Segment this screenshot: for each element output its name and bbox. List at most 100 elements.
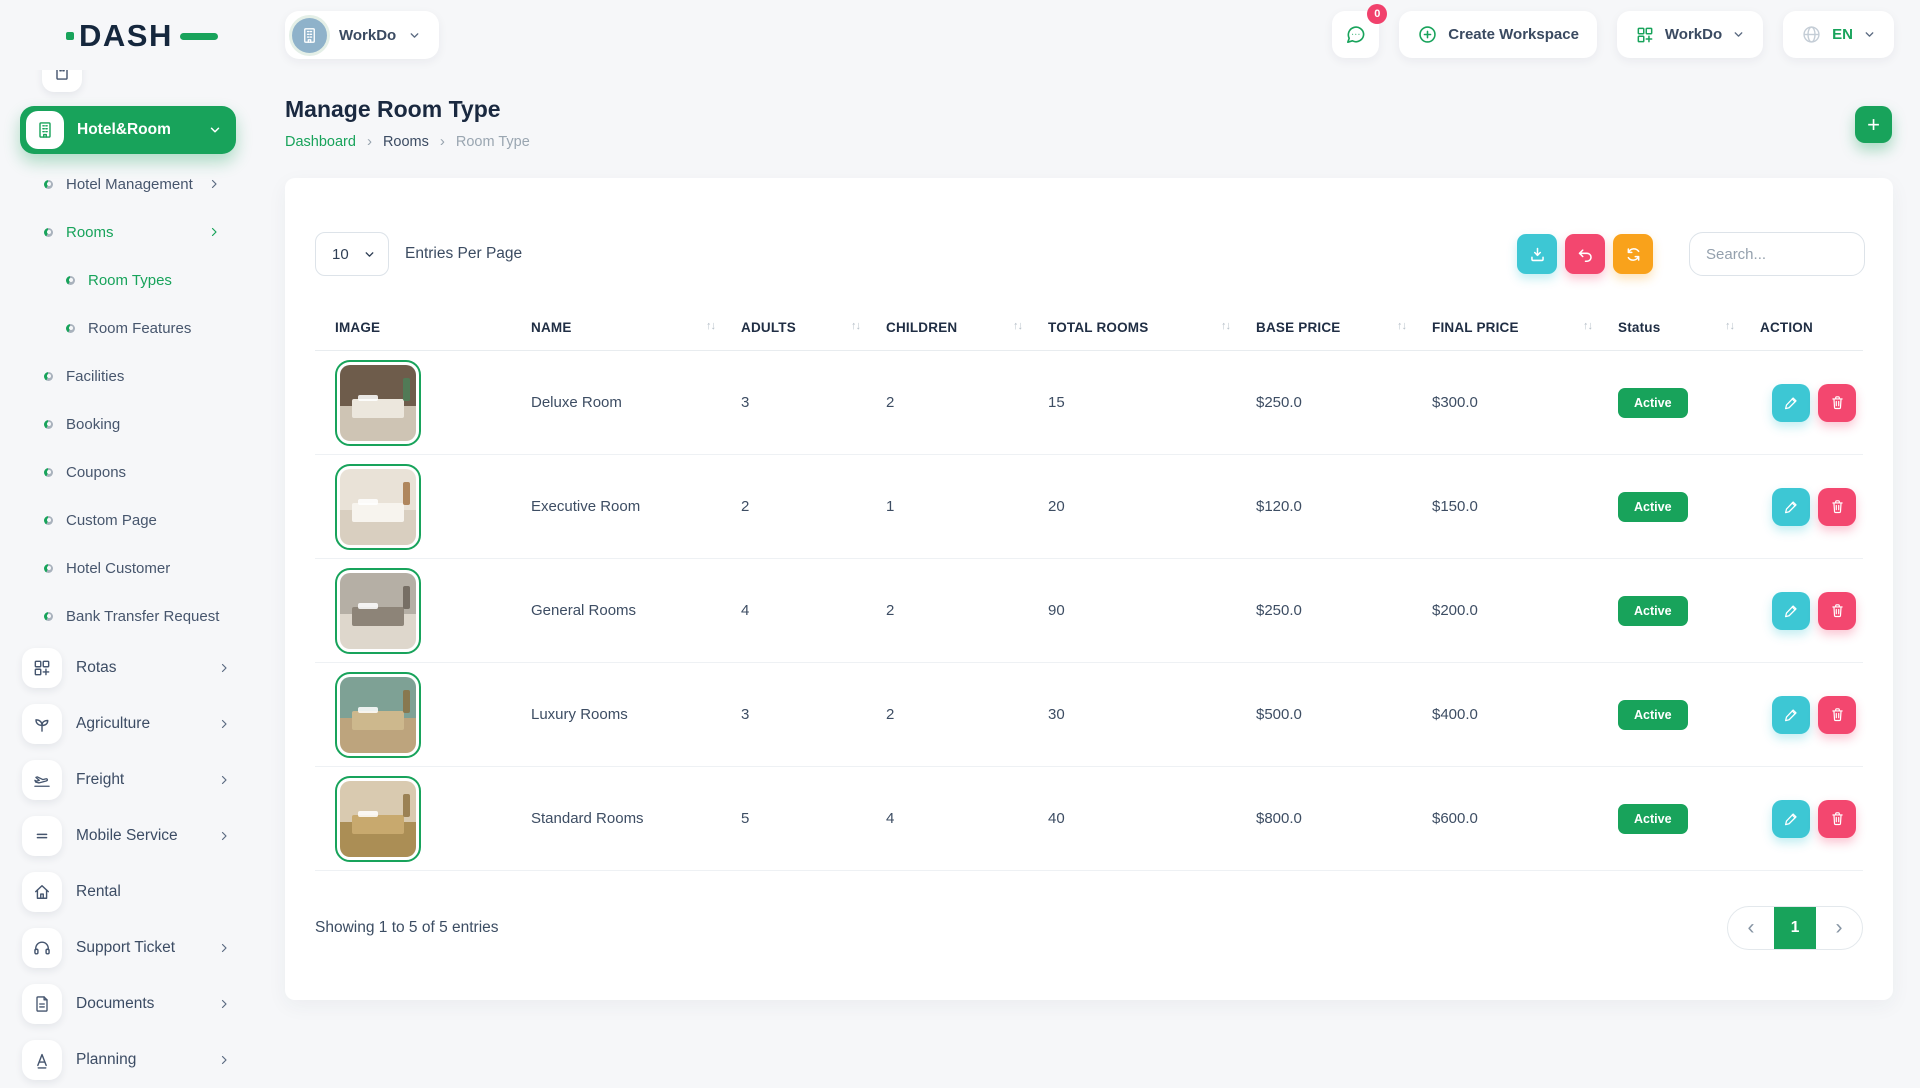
room-children: 4 xyxy=(866,767,1028,871)
building-icon xyxy=(300,26,319,45)
column-header-children[interactable]: CHILDREN↑↓ xyxy=(866,303,1028,351)
sidebar-item-mobile-service[interactable]: Mobile Service xyxy=(20,808,238,864)
chevron-right-icon xyxy=(208,178,220,190)
workspace-switcher[interactable]: WorkDo xyxy=(285,11,439,59)
room-children: 1 xyxy=(866,455,1028,559)
document-icon xyxy=(32,994,52,1014)
room-photo-accent xyxy=(403,482,410,505)
edit-button[interactable] xyxy=(1772,696,1810,734)
sidebar-item-documents[interactable]: Documents xyxy=(20,976,238,1032)
hotel-icon-box xyxy=(26,111,64,149)
column-header-action: ACTION xyxy=(1740,303,1863,351)
pagination-current-page[interactable]: 1 xyxy=(1774,907,1816,949)
logo-dot-icon xyxy=(66,32,74,40)
add-room-type-button[interactable]: + xyxy=(1855,106,1892,143)
column-header-name[interactable]: NAME↑↓ xyxy=(511,303,721,351)
sidebar-item-freight[interactable]: Freight xyxy=(20,752,238,808)
room-total-rooms: 15 xyxy=(1028,351,1236,455)
room-name: General Rooms xyxy=(511,559,721,663)
breadcrumb-dashboard[interactable]: Dashboard xyxy=(285,134,356,150)
sidebar-item-rooms[interactable]: Rooms xyxy=(20,208,238,256)
room-name: Executive Room xyxy=(511,455,721,559)
delete-button[interactable] xyxy=(1818,800,1856,838)
sort-icon: ↑↓ xyxy=(851,320,860,332)
column-header-total-rooms[interactable]: TOTAL ROOMS↑↓ xyxy=(1028,303,1236,351)
sidebar-item-rotas[interactable]: Rotas xyxy=(20,640,238,696)
delete-button[interactable] xyxy=(1818,696,1856,734)
column-header-final-price[interactable]: FINAL PRICE↑↓ xyxy=(1412,303,1598,351)
sidebar-item-facilities[interactable]: Facilities xyxy=(20,352,238,400)
status-badge[interactable]: Active xyxy=(1618,596,1688,626)
bullet-icon xyxy=(66,276,75,285)
sidebar-item-booking[interactable]: Booking xyxy=(20,400,238,448)
room-photo-accent xyxy=(403,794,410,817)
sidebar-item-room-types[interactable]: Room Types xyxy=(20,256,238,304)
edit-button[interactable] xyxy=(1772,384,1810,422)
edit-button[interactable] xyxy=(1772,592,1810,630)
room-final-price: $600.0 xyxy=(1412,767,1598,871)
page-title: Manage Room Type xyxy=(285,96,501,123)
trash-icon xyxy=(1829,706,1846,723)
sidebar-item-hotel-room[interactable]: Hotel&Room xyxy=(20,106,236,154)
room-photo-pillow xyxy=(358,603,378,609)
breadcrumb-rooms[interactable]: Rooms xyxy=(383,134,429,150)
chevron-right-icon xyxy=(218,998,230,1010)
pencil-icon xyxy=(1783,810,1800,827)
sidebar-item-coupons[interactable]: Coupons xyxy=(20,448,238,496)
sidebar-item-agriculture[interactable]: Agriculture xyxy=(20,696,238,752)
column-header-base-price[interactable]: BASE PRICE↑↓ xyxy=(1236,303,1412,351)
topbar-actions: 0 Create Workspace WorkDo EN xyxy=(1332,11,1894,58)
delete-button[interactable] xyxy=(1818,384,1856,422)
status-badge[interactable]: Active xyxy=(1618,804,1688,834)
delete-button[interactable] xyxy=(1818,488,1856,526)
sidebar-item-room-features[interactable]: Room Features xyxy=(20,304,238,352)
sort-icon: ↑↓ xyxy=(1397,320,1406,332)
table-row: Executive Room 2 1 20 $120.0 $150.0 Acti… xyxy=(315,455,1863,559)
status-badge[interactable]: Active xyxy=(1618,700,1688,730)
delete-button[interactable] xyxy=(1818,592,1856,630)
refresh-button[interactable] xyxy=(1613,234,1653,274)
reset-button[interactable] xyxy=(1565,234,1605,274)
sidebar-item-hotel-customer[interactable]: Hotel Customer xyxy=(20,544,238,592)
breadcrumb: Dashboard › Rooms › Room Type xyxy=(285,133,530,150)
chevron-down-icon xyxy=(208,123,222,137)
messages-button[interactable]: 0 xyxy=(1332,11,1379,58)
room-image xyxy=(335,672,421,758)
bullet-icon xyxy=(44,468,53,477)
table-controls: 10 Entries Per Page xyxy=(315,232,1865,276)
room-total-rooms: 30 xyxy=(1028,663,1236,767)
chevron-down-icon xyxy=(1863,28,1876,41)
export-button[interactable] xyxy=(1517,234,1557,274)
sort-icon: ↑↓ xyxy=(1221,320,1230,332)
room-type-table: IMAGE NAME↑↓ ADULTS↑↓ CHILDREN↑↓ TOTAL R… xyxy=(315,303,1863,871)
plus-circle-icon xyxy=(1417,24,1438,45)
bullet-icon xyxy=(44,516,53,525)
pagination-prev-button[interactable]: ‹ xyxy=(1728,907,1774,949)
room-final-price: $300.0 xyxy=(1412,351,1598,455)
sidebar-item-custom-page[interactable]: Custom Page xyxy=(20,496,238,544)
breadcrumb-current: Room Type xyxy=(456,134,530,150)
sidebar-item-bank-transfer-request[interactable]: Bank Transfer Request xyxy=(20,592,238,640)
grid-plus-icon xyxy=(32,658,52,678)
sidebar-item-hotel-management[interactable]: Hotel Management xyxy=(20,160,238,208)
sidebar-item-support-ticket[interactable]: Support Ticket xyxy=(20,920,238,976)
column-header-adults[interactable]: ADULTS↑↓ xyxy=(721,303,866,351)
room-image xyxy=(335,568,421,654)
sidebar-item-rental[interactable]: Rental xyxy=(20,864,238,920)
create-workspace-button[interactable]: Create Workspace xyxy=(1399,11,1597,58)
search-input[interactable] xyxy=(1689,232,1865,276)
column-header-status[interactable]: Status↑↓ xyxy=(1598,303,1740,351)
trash-icon xyxy=(1829,498,1846,515)
language-menu-button[interactable]: EN xyxy=(1783,11,1894,58)
pencil-icon xyxy=(1783,394,1800,411)
edit-button[interactable] xyxy=(1772,488,1810,526)
pagination-next-button[interactable]: › xyxy=(1816,907,1862,949)
edit-button[interactable] xyxy=(1772,800,1810,838)
status-badge[interactable]: Active xyxy=(1618,388,1688,418)
account-menu-button[interactable]: WorkDo xyxy=(1617,11,1763,58)
entries-select[interactable]: 10 xyxy=(315,232,389,276)
bullet-icon xyxy=(66,324,75,333)
status-badge[interactable]: Active xyxy=(1618,492,1688,522)
room-photo-furniture xyxy=(352,399,404,417)
room-image xyxy=(335,776,421,862)
